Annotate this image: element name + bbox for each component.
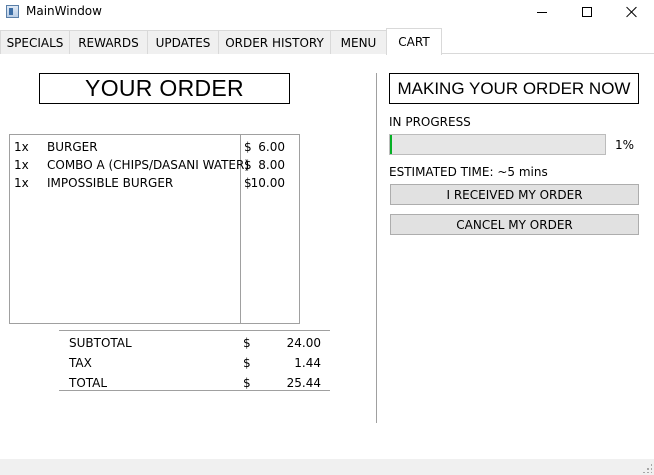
tab-specials[interactable]: SPECIALS <box>0 30 70 54</box>
item-currency: $ <box>244 158 252 172</box>
maximize-icon <box>582 7 592 17</box>
tax-amount: 1.44 <box>294 356 321 370</box>
item-name: COMBO A (CHIPS/DASANI WATER) <box>47 158 250 172</box>
item-qty: 1x <box>14 176 29 190</box>
list-item[interactable]: 1x COMBO A (CHIPS/DASANI WATER) $ 8.00 <box>10 155 299 173</box>
item-price: 8.00 <box>258 158 285 172</box>
minimize-icon <box>537 11 547 13</box>
tab-menu[interactable]: MENU <box>330 30 387 54</box>
subtotal-label: SUBTOTAL <box>69 336 132 350</box>
item-price: 10.00 <box>250 176 285 190</box>
cancel-order-button[interactable]: CANCEL MY ORDER <box>390 214 639 235</box>
list-item[interactable]: 1x IMPOSSIBLE BURGER $ 10.00 <box>10 173 299 191</box>
item-qty: 1x <box>14 140 29 154</box>
minimize-button[interactable] <box>519 0 565 24</box>
resize-grip-icon[interactable] <box>642 463 652 473</box>
close-icon <box>626 6 638 18</box>
subtotal-row: SUBTOTAL $ 24.00 <box>59 332 330 352</box>
received-order-button[interactable]: I RECEIVED MY ORDER <box>390 184 639 205</box>
total-amount: 25.44 <box>286 376 321 390</box>
subtotal-currency: $ <box>243 336 251 350</box>
item-name: IMPOSSIBLE BURGER <box>47 176 174 190</box>
title-bar: MainWindow <box>0 0 654 24</box>
tax-row: TAX $ 1.44 <box>59 352 330 372</box>
item-price: 6.00 <box>258 140 285 154</box>
panel-divider <box>376 73 377 423</box>
totals-top-rule <box>59 330 330 331</box>
making-order-heading: MAKING YOUR ORDER NOW <box>389 73 639 104</box>
your-order-heading: YOUR ORDER <box>39 73 290 104</box>
totals-bottom-rule <box>59 390 330 391</box>
item-name: BURGER <box>47 140 98 154</box>
app-window-icon <box>6 5 19 18</box>
subtotal-amount: 24.00 <box>286 336 321 350</box>
tab-bar: SPECIALS REWARDS UPDATES ORDER HISTORY M… <box>0 28 654 55</box>
progress-percent: 1% <box>615 138 635 152</box>
order-items-list[interactable]: 1x BURGER $ 6.00 1x COMBO A (CHIPS/DASAN… <box>9 134 300 324</box>
estimated-time: ESTIMATED TIME: ~5 mins <box>389 165 548 179</box>
window-title: MainWindow <box>26 4 102 18</box>
tab-order-history[interactable]: ORDER HISTORY <box>218 30 331 54</box>
total-currency: $ <box>243 376 251 390</box>
order-state-label: IN PROGRESS <box>389 115 471 129</box>
item-currency: $ <box>244 140 252 154</box>
item-qty: 1x <box>14 158 29 172</box>
progress-fill <box>390 135 392 154</box>
order-progress-bar <box>389 134 606 155</box>
status-bar <box>0 459 654 475</box>
tab-cart[interactable]: CART <box>386 28 442 55</box>
tab-rewards[interactable]: REWARDS <box>69 30 148 54</box>
total-row: TOTAL $ 25.44 <box>59 372 330 392</box>
total-label: TOTAL <box>69 376 108 390</box>
tax-label: TAX <box>69 356 92 370</box>
close-button[interactable] <box>609 0 654 24</box>
tax-currency: $ <box>243 356 251 370</box>
tab-updates[interactable]: UPDATES <box>147 30 219 54</box>
list-item[interactable]: 1x BURGER $ 6.00 <box>10 137 299 155</box>
maximize-button[interactable] <box>564 0 610 24</box>
